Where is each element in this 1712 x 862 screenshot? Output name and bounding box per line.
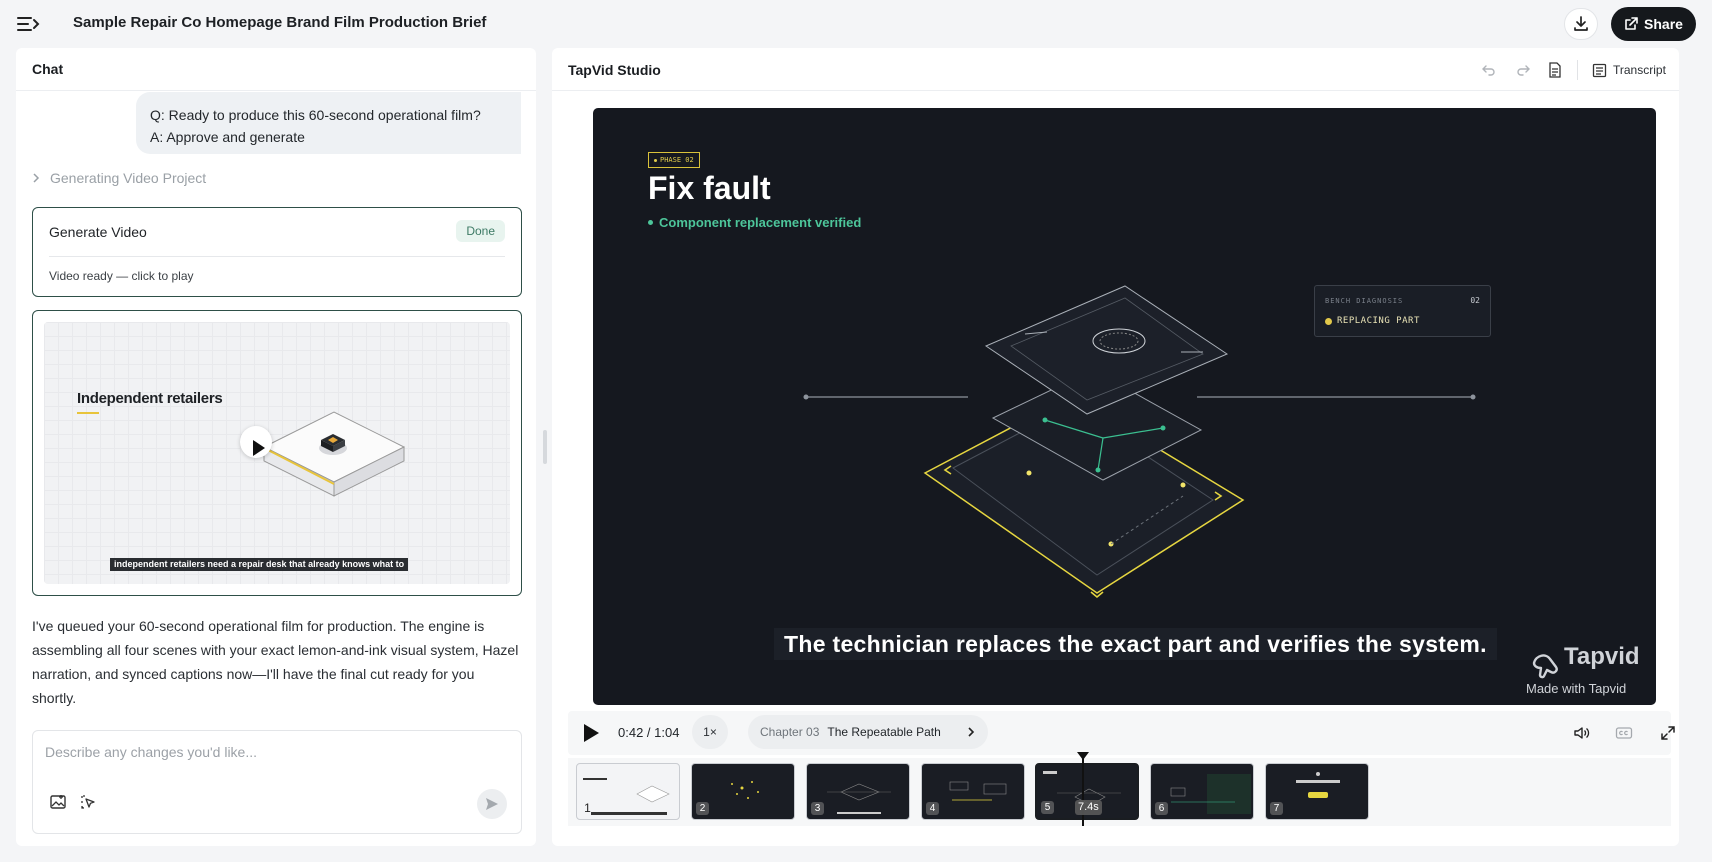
chevron-right-icon — [968, 727, 975, 737]
phase-dot — [654, 158, 657, 162]
playhead-time-badge: 7.4s — [1075, 800, 1102, 815]
document-title: Sample Repair Co Homepage Brand Film Pro… — [73, 14, 487, 31]
chat-heading: Chat — [16, 48, 536, 91]
video-status: Component replacement verified — [648, 215, 861, 230]
play-icon — [253, 440, 265, 456]
diagnosis-number: 02 — [1470, 296, 1480, 305]
video-status-text: Component replacement verified — [659, 215, 862, 230]
time-readout: 0:42 / 1:04 — [618, 725, 680, 740]
send-button[interactable] — [477, 789, 507, 819]
scene-thumbnail[interactable]: 4 — [921, 763, 1025, 820]
chapter-name: The Repeatable Path — [827, 725, 941, 739]
card-divider — [49, 256, 505, 257]
diagnosis-state: REPLACING PART — [1325, 316, 1420, 326]
diagnosis-card: BENCH DIAGNOSIS 02 REPLACING PART — [1314, 285, 1491, 337]
panel-resize-handle[interactable] — [543, 430, 547, 464]
generate-video-card[interactable]: Generate Video Done Video ready — click … — [32, 207, 522, 297]
generating-step-toggle[interactable]: Generating Video Project — [32, 170, 206, 186]
playhead-handle[interactable] — [1077, 752, 1089, 760]
diagnosis-dot — [1325, 317, 1332, 325]
user-message-bubble: Q: Ready to produce this 60-second opera… — [136, 92, 521, 154]
scene-thumbnail[interactable]: 2 — [691, 763, 795, 820]
transcript-button[interactable]: Transcript — [1592, 58, 1666, 82]
message-composer — [32, 730, 522, 834]
share-label: Share — [1644, 16, 1683, 32]
message-input[interactable] — [45, 741, 505, 763]
preview-title: Independent retailers — [77, 390, 223, 407]
scene-number: 5 — [1041, 801, 1054, 814]
image-attach-icon[interactable] — [49, 793, 67, 811]
video-player[interactable]: PHASE 02 Fix fault Component replacement… — [593, 108, 1656, 705]
player-controls: 0:42 / 1:04 1× Chapter 03 The Repeatable… — [568, 711, 1675, 755]
redo-icon[interactable] — [1514, 61, 1532, 79]
select-element-icon[interactable] — [79, 793, 97, 811]
download-button[interactable] — [1564, 8, 1598, 40]
tapvid-logo-icon — [1532, 654, 1558, 679]
diagnosis-state-text: REPLACING PART — [1337, 316, 1420, 326]
scene-thumbnail[interactable]: 1 — [576, 763, 680, 820]
scene-number: 6 — [1155, 802, 1168, 815]
task-title: Generate Video — [49, 224, 147, 240]
scene-number: 3 — [811, 802, 824, 815]
preview-caption: independent retailers need a repair desk… — [110, 558, 409, 571]
studio-panel: TapVid Studio Transcript PHASE 02 Fix fa… — [552, 48, 1679, 846]
video-caption: The technician replaces the exact part a… — [774, 628, 1497, 660]
preview-underline — [77, 412, 99, 414]
captions-icon[interactable] — [1615, 724, 1633, 742]
scene-number: 4 — [926, 802, 939, 815]
chapter-selector[interactable]: Chapter 03 The Repeatable Path — [748, 715, 988, 749]
volume-icon[interactable] — [1572, 724, 1590, 742]
chapter-label: Chapter 03 — [760, 725, 820, 739]
undo-icon[interactable] — [1480, 61, 1498, 79]
preview-isometric-illustration — [262, 411, 406, 497]
diagnosis-label: BENCH DIAGNOSIS — [1325, 297, 1404, 305]
download-icon — [1574, 16, 1588, 31]
scene-timeline[interactable]: 1 2 3 4 5 6 7 7.4s — [568, 752, 1671, 826]
user-question: Q: Ready to produce this 60-second opera… — [150, 107, 481, 123]
brand-sub: Made with Tapvid — [1526, 681, 1627, 696]
task-result: Video ready — click to play — [49, 269, 194, 283]
chat-panel: Chat Q: Ready to produce this 60-second … — [16, 48, 536, 846]
header-divider — [1577, 60, 1578, 80]
phase-tag: PHASE 02 — [648, 152, 700, 168]
scene-thumbnail[interactable]: 7 — [1265, 763, 1369, 820]
fullscreen-icon[interactable] — [1659, 724, 1677, 742]
scene-thumbnail[interactable]: 6 — [1150, 763, 1254, 820]
status-dot — [648, 220, 653, 225]
play-button[interactable] — [579, 722, 601, 744]
scene-number: 2 — [696, 802, 709, 815]
assistant-message: I've queued your 60-second operational f… — [32, 618, 519, 706]
video-preview-thumbnail[interactable]: Independent retailers independent retail… — [44, 322, 510, 584]
play-icon — [584, 724, 599, 742]
user-answer: A: Approve and generate — [150, 129, 305, 145]
video-heading: Fix fault — [648, 170, 771, 206]
studio-title: TapVid Studio — [568, 62, 661, 78]
share-button[interactable]: Share — [1611, 7, 1696, 41]
top-bar: Sample Repair Co Homepage Brand Film Pro… — [0, 0, 1712, 48]
send-icon — [486, 798, 498, 810]
brand-name: Tapvid — [1564, 643, 1640, 670]
transcript-label: Transcript — [1613, 63, 1666, 77]
video-preview-card[interactable]: Independent retailers independent retail… — [32, 310, 522, 596]
timeline-playhead[interactable] — [1082, 754, 1084, 826]
sidebar-toggle-icon[interactable] — [16, 14, 40, 34]
scene-thumbnail[interactable]: 3 — [806, 763, 910, 820]
playback-speed-button[interactable]: 1× — [692, 715, 728, 749]
transcript-icon — [1592, 63, 1607, 77]
chevron-right-icon — [33, 173, 40, 183]
studio-header: TapVid Studio Transcript — [552, 48, 1679, 91]
scene-number: 7 — [1270, 802, 1283, 815]
share-icon — [1625, 17, 1638, 30]
document-icon[interactable] — [1546, 61, 1564, 79]
scene-number: 1 — [584, 801, 591, 815]
phase-tag-label: PHASE 02 — [660, 156, 694, 164]
status-badge: Done — [456, 220, 505, 242]
generating-label: Generating Video Project — [50, 170, 207, 186]
